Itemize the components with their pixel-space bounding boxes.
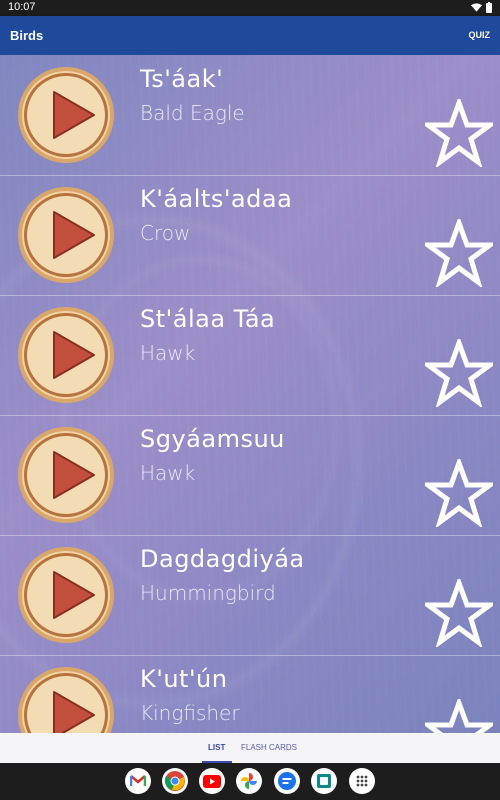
english-meaning: Bald Eagle: [140, 101, 245, 125]
chrome-icon[interactable]: [162, 768, 188, 794]
play-button-icon[interactable]: [16, 65, 116, 165]
play-button-icon[interactable]: [16, 545, 116, 645]
english-meaning: Hawk: [140, 341, 196, 365]
play-button-icon[interactable]: [16, 665, 116, 733]
status-time: 10:07: [8, 1, 36, 13]
quiz-button[interactable]: QUIZ: [469, 30, 491, 40]
play-button-icon[interactable]: [16, 425, 116, 525]
favorite-star-icon[interactable]: [425, 99, 493, 167]
messages-icon[interactable]: [274, 768, 300, 794]
list-item[interactable]: St'álaa Táa Hawk: [0, 295, 500, 416]
favorite-star-icon[interactable]: [425, 459, 493, 527]
list-item[interactable]: K'áalts'adaa Crow: [0, 175, 500, 296]
favorite-star-icon[interactable]: [425, 339, 493, 407]
favorite-star-icon[interactable]: [425, 699, 493, 733]
english-meaning: Crow: [140, 221, 191, 245]
tab-flash-cards[interactable]: FLASH CARDS: [241, 743, 297, 752]
app-icon[interactable]: [311, 768, 337, 794]
play-button-icon[interactable]: [16, 185, 116, 285]
status-icons: [471, 2, 492, 13]
haida-word: Ts'áak': [140, 65, 224, 93]
haida-word: Sgyáamsuu: [140, 425, 285, 453]
app-bar: Birds QUIZ: [0, 16, 500, 55]
battery-icon: [486, 2, 492, 13]
haida-word: K'áalts'adaa: [140, 185, 293, 213]
favorite-star-icon[interactable]: [425, 579, 493, 647]
status-bar: 10:07: [0, 0, 500, 16]
english-meaning: Hummingbird: [140, 581, 276, 605]
list-item[interactable]: Dagdagdiyáa Hummingbird: [0, 535, 500, 656]
list-item[interactable]: Sgyáamsuu Hawk: [0, 415, 500, 536]
haida-word: K'ut'ún: [140, 665, 228, 693]
bird-list[interactable]: Ts'áak' Bald Eagle K'áalts'adaa Crow St'…: [0, 55, 500, 733]
system-dock: [0, 763, 500, 800]
bottom-tab-bar: LIST FLASH CARDS: [0, 733, 500, 763]
app-drawer-icon[interactable]: [349, 768, 375, 794]
wifi-icon: [471, 2, 482, 12]
haida-word: Dagdagdiyáa: [140, 545, 305, 573]
english-meaning: Hawk: [140, 461, 196, 485]
list-item[interactable]: K'ut'ún Kingfisher: [0, 655, 500, 733]
english-meaning: Kingfisher: [140, 701, 240, 725]
gmail-icon[interactable]: [125, 768, 151, 794]
youtube-icon[interactable]: [199, 768, 225, 794]
play-button-icon[interactable]: [16, 305, 116, 405]
haida-word: St'álaa Táa: [140, 305, 276, 333]
list-item[interactable]: Ts'áak' Bald Eagle: [0, 55, 500, 176]
tab-list[interactable]: LIST: [208, 743, 225, 752]
favorite-star-icon[interactable]: [425, 219, 493, 287]
photos-icon[interactable]: [236, 768, 262, 794]
page-title: Birds: [10, 28, 44, 43]
